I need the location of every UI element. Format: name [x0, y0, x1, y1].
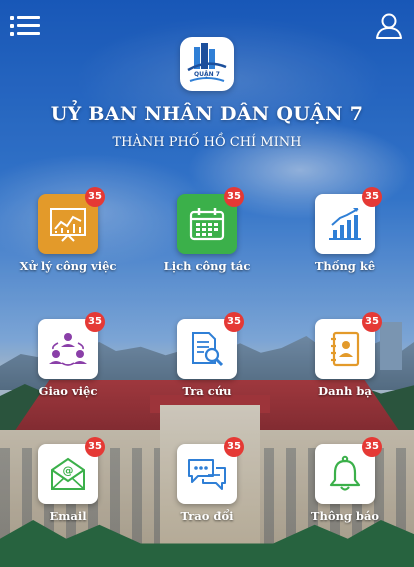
svg-text:@: @: [63, 464, 74, 477]
tile-lich-cong-tac[interactable]: 35 Lịch công tác: [157, 187, 257, 278]
tile-xu-ly-cong-viec[interactable]: 35 Xử lý công việc: [18, 187, 118, 278]
tile-label: Email: [49, 509, 87, 523]
user-icon[interactable]: [374, 12, 404, 40]
tile-label: Giao việc: [38, 384, 98, 398]
tile-thong-ke[interactable]: 35 Thống kê: [295, 187, 395, 278]
page-subtitle: THÀNH PHỐ HỒ CHÍ MINH: [112, 135, 302, 150]
tile-email[interactable]: @ 35 Email: [18, 437, 118, 528]
notification-badge: 35: [362, 312, 382, 332]
hamburger-menu-icon[interactable]: [10, 14, 42, 38]
tile-tra-cuu[interactable]: 35 Tra cứu: [157, 312, 257, 403]
tile-label: Thống kê: [314, 259, 376, 273]
tile-label: Tra cứu: [182, 384, 232, 398]
notification-badge: 35: [224, 312, 244, 332]
tile-giao-viec[interactable]: 35 Giao việc: [18, 312, 118, 403]
notification-badge: 35: [85, 187, 105, 207]
notification-badge: 35: [362, 187, 382, 207]
tile-thong-bao[interactable]: 35 Thông báo: [295, 437, 395, 528]
notification-badge: 35: [224, 437, 244, 457]
tile-label: Thông báo: [310, 509, 380, 523]
notification-badge: 35: [85, 312, 105, 332]
notification-badge: 35: [362, 437, 382, 457]
notification-badge: 35: [224, 187, 244, 207]
page-title: UỶ BAN NHÂN DÂN QUẬN 7: [50, 103, 364, 125]
notification-badge: 35: [85, 437, 105, 457]
tile-label: Trao đổi: [180, 509, 234, 523]
tile-trao-doi[interactable]: 35 Trao đổi: [157, 437, 257, 528]
tile-label: Lịch công tác: [163, 259, 251, 273]
tile-label: Danh bạ: [318, 384, 372, 398]
logo-text: QUẬN 7: [194, 71, 220, 78]
tile-danh-ba[interactable]: 35 Danh bạ: [295, 312, 395, 403]
tile-label: Xử lý công việc: [19, 259, 117, 273]
district-logo: QUẬN 7: [180, 37, 234, 91]
